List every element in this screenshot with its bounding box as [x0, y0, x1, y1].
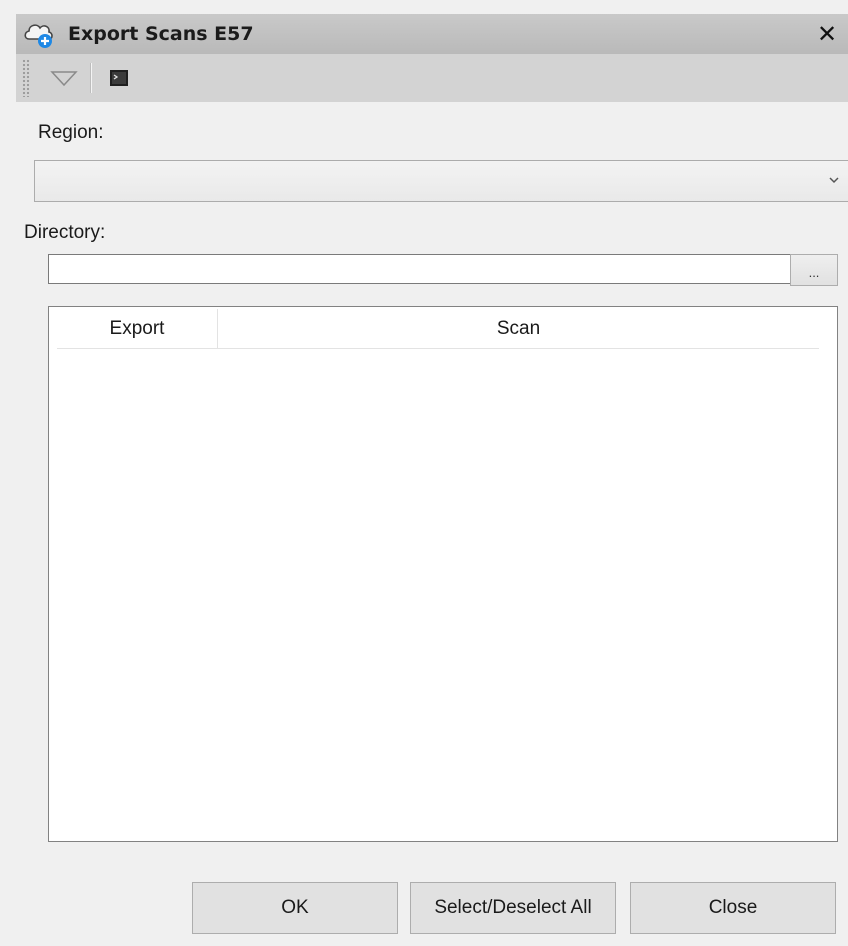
browse-directory-button[interactable]: ...	[790, 254, 838, 286]
dialog-footer: OK Select/Deselect All Close	[16, 872, 848, 946]
chevron-down-icon[interactable]	[827, 173, 841, 187]
dialog-title: Export Scans E57	[68, 23, 254, 45]
directory-label: Directory:	[24, 222, 106, 243]
triangle-down-icon[interactable]	[44, 61, 84, 95]
export-scans-dialog: Export Scans E57 ✕ Region: Directory: ..…	[0, 0, 848, 946]
close-icon[interactable]: ✕	[812, 18, 842, 50]
directory-input[interactable]	[48, 254, 792, 284]
column-header-export[interactable]: Export	[57, 309, 218, 348]
toolbar	[16, 54, 848, 102]
column-header-scan[interactable]: Scan	[218, 309, 819, 348]
dialog-content: Region: Directory: ... Export Scan	[16, 102, 848, 872]
region-select[interactable]	[34, 160, 848, 202]
close-button[interactable]: Close	[630, 882, 836, 934]
table-header: Export Scan	[57, 309, 819, 349]
toolbar-separator	[90, 63, 92, 93]
select-deselect-all-button[interactable]: Select/Deselect All	[410, 882, 616, 934]
region-label: Region:	[38, 122, 104, 143]
terminal-icon[interactable]	[104, 63, 134, 93]
toolbar-grip-handle[interactable]	[22, 59, 30, 97]
ok-button[interactable]: OK	[192, 882, 398, 934]
title-bar: Export Scans E57 ✕	[16, 14, 848, 54]
cloud-export-icon	[22, 17, 56, 51]
scan-table[interactable]: Export Scan	[48, 306, 838, 842]
